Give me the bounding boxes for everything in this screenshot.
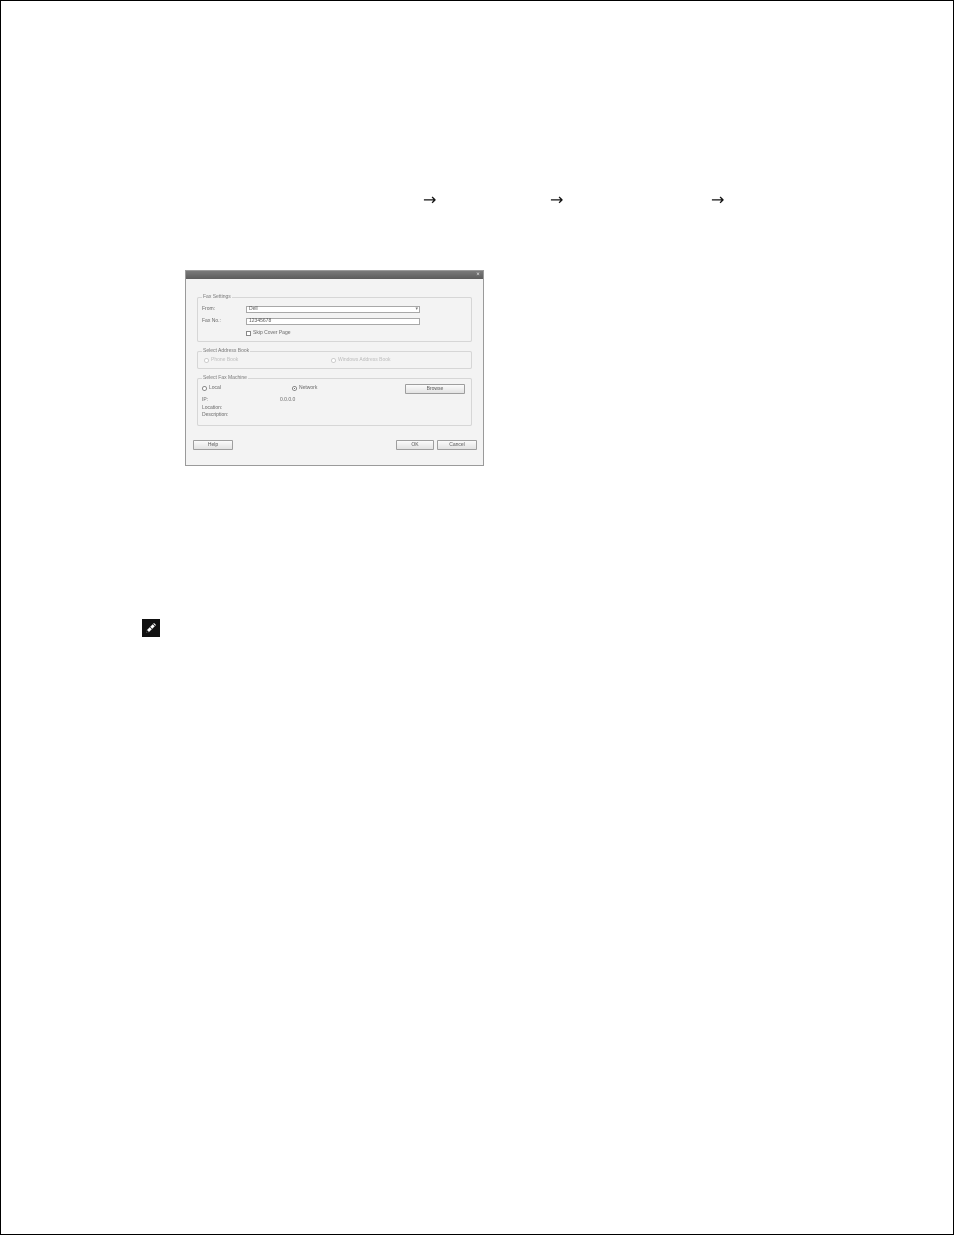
menu-path-arrow-1: → — [423, 190, 437, 209]
fax-number-field[interactable]: 12345678 — [246, 318, 420, 325]
ip-label: IP: — [202, 397, 209, 403]
fax-settings-dialog: × Fax Settings From: Dell ▾ Fax No.: 123… — [185, 270, 484, 466]
from-dropdown[interactable]: Dell ▾ — [246, 306, 420, 313]
windows-address-book-label: Windows Address Book — [338, 357, 391, 363]
ip-value: 0.0.0.0 — [280, 397, 296, 403]
cancel-button[interactable]: Cancel — [437, 440, 477, 450]
fax-machine-group: Select Fax Machine Local Network Browse … — [197, 375, 472, 426]
browse-button[interactable]: Browse — [405, 384, 465, 394]
fax-machine-group-label: Select Fax Machine — [202, 375, 248, 382]
network-radio[interactable] — [292, 386, 297, 391]
address-book-group: Select Address Book Phone Book Windows A… — [197, 348, 472, 369]
local-label: Local — [209, 385, 221, 391]
pencil-note-icon — [142, 619, 160, 637]
skip-cover-page-checkbox[interactable] — [246, 331, 251, 336]
menu-path-arrow-2: → — [550, 190, 564, 209]
fax-settings-group: Fax Settings From: Dell ▾ Fax No.: 12345… — [197, 294, 472, 342]
fax-settings-group-label: Fax Settings — [202, 294, 232, 301]
windows-address-book-radio[interactable] — [331, 358, 336, 363]
from-value: Dell — [249, 306, 258, 312]
from-label: From: — [202, 306, 216, 312]
dialog-titlebar: × — [186, 271, 483, 279]
location-label: Location: — [202, 405, 223, 411]
fax-number-value: 12345678 — [249, 318, 272, 324]
description-label: Description: — [202, 412, 229, 418]
ok-button[interactable]: OK — [396, 440, 434, 450]
phone-book-label: Phone Book — [211, 357, 239, 363]
address-book-group-label: Select Address Book — [202, 348, 251, 355]
menu-path-arrow-3: → — [711, 190, 725, 209]
network-label: Network — [299, 385, 318, 391]
fax-number-label: Fax No.: — [202, 318, 221, 324]
page-frame — [0, 0, 954, 1235]
help-button[interactable]: Help — [193, 440, 233, 450]
close-icon[interactable]: × — [475, 272, 481, 278]
skip-cover-page-label: Skip Cover Page — [253, 330, 291, 336]
local-radio[interactable] — [202, 386, 207, 391]
phone-book-radio[interactable] — [204, 358, 209, 363]
chevron-down-icon: ▾ — [415, 306, 418, 312]
